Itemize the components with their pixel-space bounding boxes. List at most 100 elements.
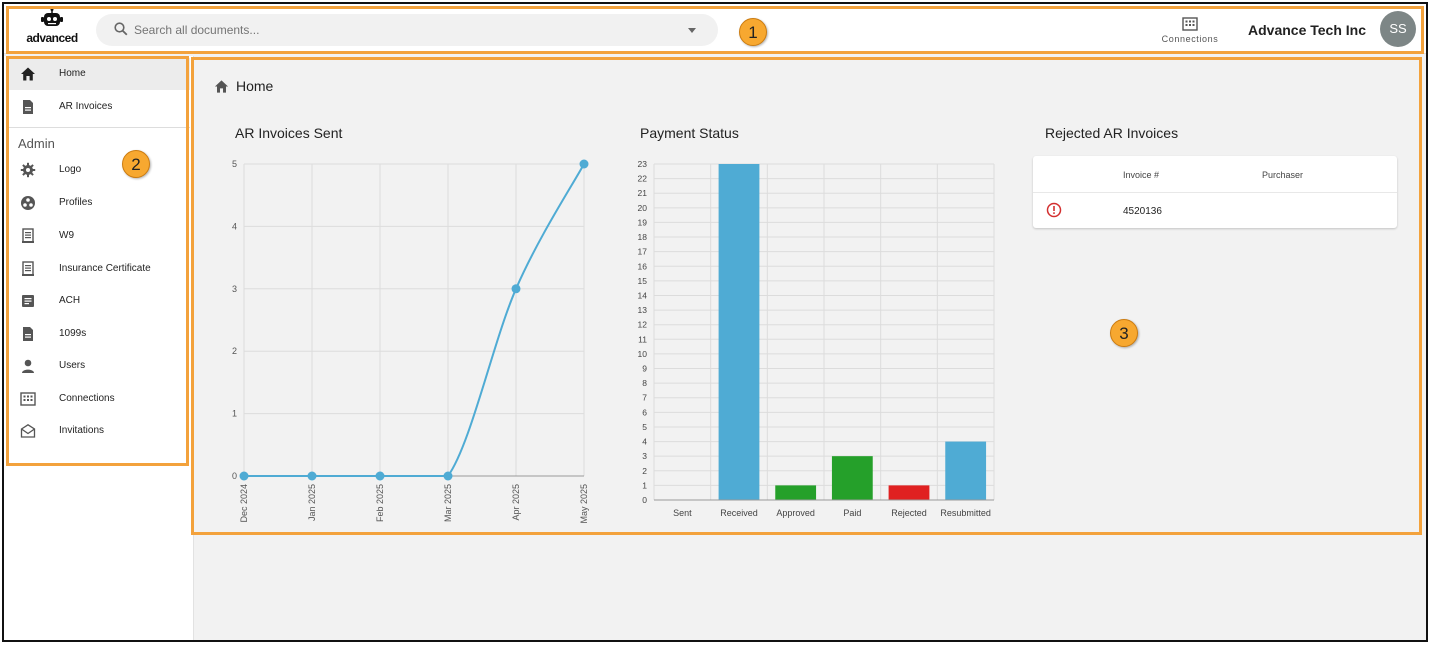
x-tick-label: Rejected: [891, 508, 927, 518]
x-tick-label: Received: [720, 508, 758, 518]
x-tick-label: May 2025: [579, 484, 589, 524]
y-tick-label: 17: [638, 247, 648, 257]
y-tick-label: 16: [638, 261, 648, 271]
sidebar-item-label: Logo: [59, 164, 82, 175]
x-tick-label: Sent: [673, 508, 692, 518]
y-tick-label: 3: [232, 284, 237, 294]
bar: [775, 485, 817, 500]
sidebar-item-label: W9: [59, 230, 74, 241]
sidebar-item-label: Insurance Certificate: [59, 263, 151, 274]
y-tick-label: 22: [638, 174, 648, 184]
line-chart-title: AR Invoices Sent: [235, 125, 343, 141]
sidebar-item-profiles[interactable]: Profiles: [8, 187, 190, 219]
y-tick-label: 0: [232, 471, 237, 481]
data-point: [511, 284, 521, 294]
data-point: [307, 471, 317, 481]
y-tick-label: 6: [642, 407, 647, 417]
sidebar-item-connections[interactable]: Connections: [8, 383, 190, 415]
sidebar-item-home[interactable]: Home: [8, 58, 190, 90]
x-tick-label: Mar 2025: [443, 484, 453, 522]
y-tick-label: 12: [638, 320, 648, 330]
column-header-purchaser[interactable]: Purchaser: [1262, 170, 1303, 180]
y-tick-label: 9: [642, 364, 647, 374]
sidebar-item-label: AR Invoices: [59, 101, 113, 112]
column-header-invoice[interactable]: Invoice #: [1123, 170, 1159, 180]
x-tick-label: Apr 2025: [511, 484, 521, 521]
user-icon: [22, 359, 34, 373]
x-tick-label: Resubmitted: [940, 508, 991, 518]
gear-icon: [20, 162, 36, 178]
series-line: [244, 163, 585, 477]
robot-logo-icon: [41, 8, 63, 26]
sidebar-item-insurance-certificate[interactable]: Insurance Certificate: [8, 253, 190, 285]
connections-label: Connections: [1161, 34, 1219, 44]
y-tick-label: 21: [638, 188, 648, 198]
table-row-invoice-number[interactable]: 4520136: [1123, 206, 1162, 217]
sidebar-item-ach[interactable]: ACH: [8, 285, 190, 317]
sidebar-divider: [8, 127, 190, 128]
y-tick-label: 8: [642, 378, 647, 388]
y-tick-label: 2: [232, 346, 237, 356]
y-tick-label: 2: [642, 466, 647, 476]
data-point: [443, 471, 453, 481]
sidebar-item-ar-invoices[interactable]: AR Invoices: [8, 91, 190, 123]
logo[interactable]: advanced: [20, 8, 84, 48]
company-name: Advance Tech Inc: [1248, 22, 1367, 38]
home-icon: [21, 67, 35, 81]
sidebar-item-logo[interactable]: Logo: [8, 154, 190, 186]
search-bar[interactable]: [96, 14, 718, 46]
line-chart: 0 1 2 3 4 5 Dec 2024 Jan 2025 Feb 2025 Mar 2025 Ap…: [232, 159, 589, 524]
certificate-icon: [22, 261, 34, 276]
error-icon[interactable]: [1046, 202, 1062, 218]
ach-icon: [22, 295, 34, 307]
form-icon: [22, 228, 34, 243]
table-divider: [1033, 192, 1397, 193]
profiles-icon: [21, 196, 35, 210]
bar-chart: 01234567891011121314151617181920212223Se…: [638, 159, 995, 518]
y-tick-label: 3: [642, 451, 647, 461]
x-tick-label: Feb 2025: [375, 484, 385, 522]
sidebar-item-label: Users: [59, 360, 86, 371]
y-tick-label: 19: [638, 217, 648, 227]
search-dropdown-icon[interactable]: [688, 28, 696, 33]
y-tick-label: 23: [638, 159, 648, 169]
avatar[interactable]: SS: [1380, 11, 1416, 47]
data-point: [239, 471, 249, 481]
sidebar-item-users[interactable]: Users: [8, 350, 190, 382]
bar: [888, 485, 930, 500]
sidebar-item-label: Home: [59, 68, 86, 79]
app-frame: advanced Connections Advance Tech Inc: [2, 2, 1428, 642]
x-tick-label: Jan 2025: [307, 484, 317, 521]
x-tick-label: Dec 2024: [239, 484, 249, 523]
sidebar-item-1099s[interactable]: 1099s: [8, 318, 190, 350]
annotation-badge-3: 3: [1110, 319, 1138, 347]
sidebar-item-label: Connections: [59, 393, 115, 404]
y-tick-label: 7: [642, 393, 647, 403]
bar-chart-title: Payment Status: [640, 125, 739, 141]
annotation-badge-2: 2: [122, 150, 150, 178]
y-tick-label: 13: [638, 305, 648, 315]
search-icon: [114, 22, 128, 36]
y-tick-label: 18: [638, 232, 648, 242]
annotation-badge-1: 1: [739, 18, 767, 46]
sidebar-item-label: Profiles: [59, 197, 93, 208]
y-tick-label: 1: [232, 409, 237, 419]
y-tick-label: 10: [638, 349, 648, 359]
bar: [718, 164, 760, 500]
building-icon: [20, 392, 36, 406]
rejected-table: Invoice # Purchaser 4520136: [1033, 156, 1397, 228]
y-tick-label: 20: [638, 203, 648, 213]
sidebar-item-w9[interactable]: W9: [8, 220, 190, 252]
y-tick-label: 11: [638, 334, 647, 344]
connections-button[interactable]: Connections: [1150, 14, 1230, 46]
y-tick-label: 15: [638, 276, 648, 286]
building-icon: [1182, 17, 1198, 31]
sidebar-item-label: 1099s: [59, 328, 87, 339]
sidebar-item-invitations[interactable]: Invitations: [8, 415, 190, 447]
search-input[interactable]: [134, 21, 674, 39]
y-tick-label: 4: [642, 437, 647, 447]
document-icon: [23, 100, 33, 114]
document-icon: [23, 327, 33, 341]
x-tick-label: Approved: [776, 508, 815, 518]
admin-section-title: Admin: [18, 136, 55, 151]
